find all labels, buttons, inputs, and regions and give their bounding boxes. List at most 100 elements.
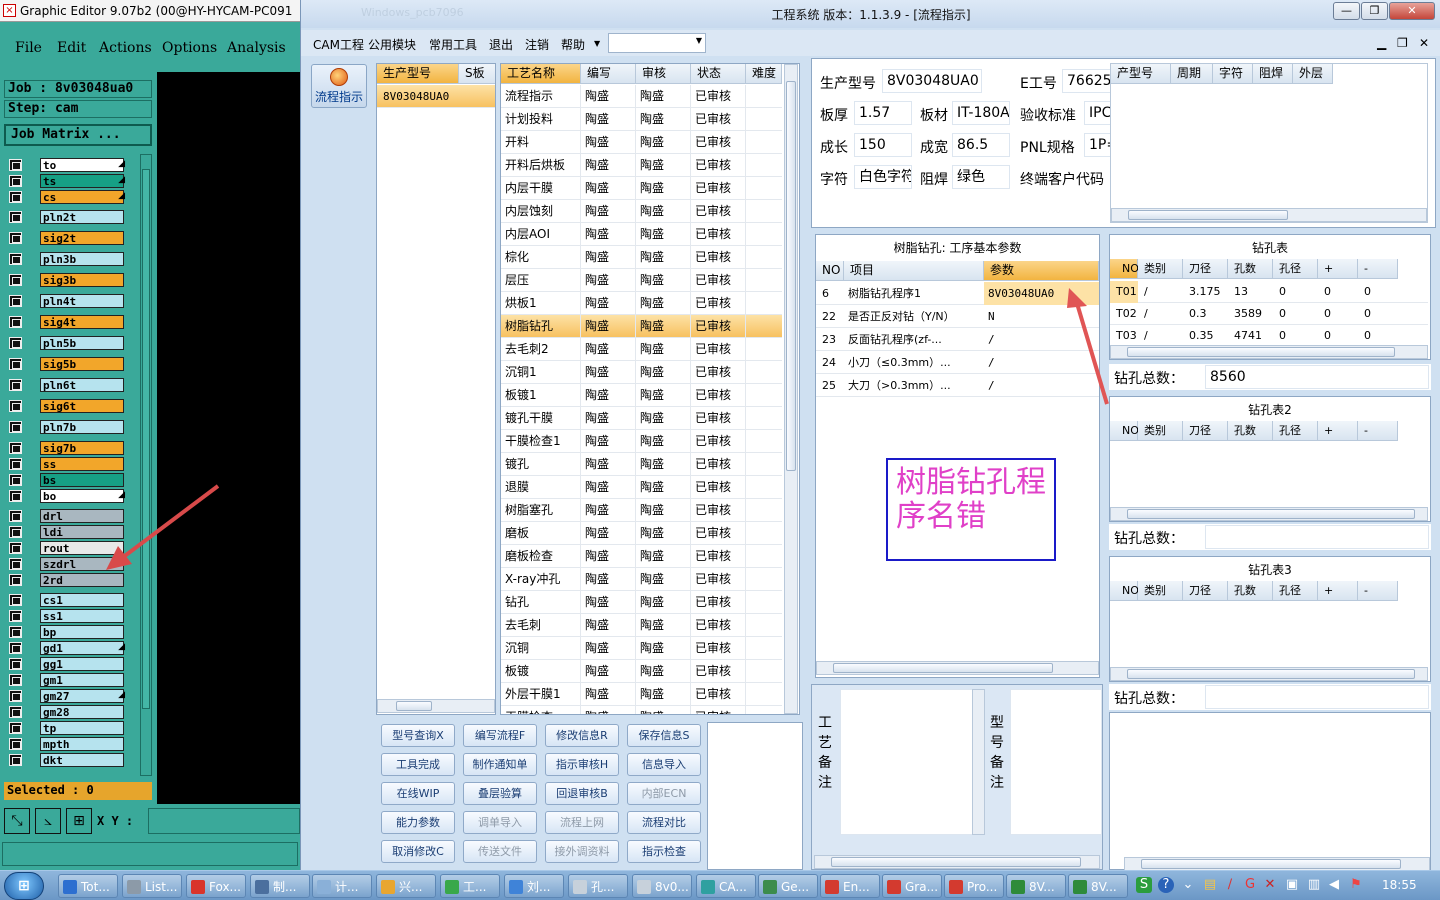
layer-row[interactable]: pln5b [4, 336, 129, 350]
layer-row[interactable]: pln2t [4, 210, 129, 224]
layer-row[interactable]: ss1 [4, 609, 129, 623]
layer-row[interactable]: pln6t [4, 378, 129, 392]
layer-checkbox[interactable] [9, 594, 22, 606]
layer-checkbox[interactable] [9, 610, 22, 622]
layer-checkbox[interactable] [9, 642, 22, 654]
process-row[interactable]: 沉铜1 陶盛 陶盛 已审核 [501, 361, 782, 384]
chevron-down-icon[interactable]: ▼ [594, 39, 600, 48]
drill2-col-header[interactable]: 类别 [1138, 421, 1183, 441]
drill1-col-header[interactable]: 类别 [1138, 259, 1183, 279]
process-row[interactable]: 去毛刺 陶盛 陶盛 已审核 [501, 614, 782, 637]
action-button[interactable]: 取消修改C [381, 840, 455, 863]
network-icon[interactable]: ▥ [1306, 877, 1322, 893]
side-mask-header[interactable]: 阻焊 [1253, 64, 1293, 84]
layer-checkbox[interactable] [9, 295, 22, 307]
action-button[interactable]: 工具完成 [381, 753, 455, 776]
layer-row[interactable]: pln7b [4, 420, 129, 434]
process-row[interactable]: 退膜 陶盛 陶盛 已审核 [501, 476, 782, 499]
layer-row[interactable]: pln4t [4, 294, 129, 308]
maximize-icon[interactable]: ❐ [1361, 2, 1388, 20]
layer-row[interactable]: cs1 [4, 593, 129, 607]
side-char-header[interactable]: 字符 [1213, 64, 1253, 84]
action-button[interactable]: 型号查询X [381, 724, 455, 747]
drill3-col-header[interactable]: 孔径 [1273, 581, 1318, 601]
action-button[interactable]: 指示检查 [627, 840, 701, 863]
process-row[interactable]: 开料后烘板 陶盛 陶盛 已审核 [501, 154, 782, 177]
drill3-col-header[interactable]: - [1358, 581, 1398, 601]
drill1-col-header[interactable]: NO [1110, 259, 1139, 279]
layer-row[interactable]: sig3b [4, 273, 129, 287]
param-row[interactable]: 6 树脂钻孔程序1 8V03048UA0 [816, 282, 1099, 305]
ge-menu-edit[interactable]: Edit [57, 40, 86, 56]
param-row[interactable]: 25 大刀（>0.3mm）... / [816, 374, 1099, 397]
process-row[interactable]: 镀孔干膜 陶盛 陶盛 已审核 [501, 407, 782, 430]
taskbar-item[interactable]: 制... [250, 874, 310, 898]
layer-row[interactable]: mpth [4, 737, 129, 751]
drill-row[interactable]: T03 / 0.35 4741 0 0 0 [1110, 325, 1428, 347]
info-value[interactable]: 绿色 [952, 165, 1010, 189]
layer-checkbox[interactable] [9, 474, 22, 486]
process-row[interactable]: 内层干膜 陶盛 陶盛 已审核 [501, 177, 782, 200]
param-row[interactable]: 24 小刀（≤0.3mm）... / [816, 351, 1099, 374]
menu-combo[interactable]: ▼ [608, 33, 706, 53]
taskbar-item[interactable]: 计... [312, 874, 372, 898]
drill1-hscroll[interactable] [1110, 345, 1428, 359]
param-row[interactable]: 23 反面钻孔程序(zf-... / [816, 328, 1099, 351]
tool-icon[interactable]: ✕ [1262, 877, 1278, 893]
layer-checkbox[interactable] [9, 232, 22, 244]
taskbar-item[interactable]: Tot... [58, 874, 118, 898]
menu-help[interactable]: 帮助 [561, 36, 585, 53]
action-button[interactable]: 信息导入 [627, 753, 701, 776]
action-button[interactable]: 内部ECN [627, 782, 701, 805]
drill1-col-header[interactable]: - [1358, 259, 1398, 279]
action-button[interactable]: 能力参数 [381, 811, 455, 834]
layer-row[interactable]: tp [4, 721, 129, 735]
ge-menu-file[interactable]: File [15, 40, 42, 56]
layer-row[interactable]: dkt [4, 753, 129, 767]
layer-row[interactable]: gg1 [4, 657, 129, 671]
coordinate-field[interactable] [148, 808, 300, 834]
menu-logout[interactable]: 注销 [525, 36, 549, 53]
layer-checkbox[interactable] [9, 542, 22, 554]
notes-hscroll[interactable] [814, 855, 1100, 869]
taskbar-item[interactable]: 8V... [1068, 874, 1128, 898]
side-outer-header[interactable]: 外层 [1293, 64, 1333, 84]
info-value[interactable]: IT-180A [952, 101, 1010, 125]
layer-row[interactable]: gd1 ◢ [4, 641, 129, 655]
layer-row[interactable]: pln3b [4, 252, 129, 266]
ge-menu-options[interactable]: Options [162, 40, 217, 56]
action-button[interactable]: 叠层验算 [463, 782, 537, 805]
menu-public[interactable]: 公用模块 [368, 36, 416, 53]
menu-exit[interactable]: 退出 [489, 36, 513, 53]
reviewer-header[interactable]: 审核 [636, 64, 691, 84]
process-row[interactable]: 镀孔 陶盛 陶盛 已审核 [501, 453, 782, 476]
layer-row[interactable]: cs ◢ [4, 190, 129, 204]
layer-checkbox[interactable] [9, 316, 22, 328]
layer-checkbox[interactable] [9, 379, 22, 391]
info-value[interactable]: 白色字符 [854, 165, 912, 189]
drill1-col-header[interactable]: 孔数 [1228, 259, 1273, 279]
menu-tools[interactable]: 常用工具 [429, 36, 477, 53]
drill3-col-header[interactable]: NO [1110, 581, 1139, 601]
layer-row[interactable]: sig6t [4, 399, 129, 413]
layer-row[interactable]: to ◢ [4, 158, 129, 172]
taskbar-item[interactable]: CA... [696, 874, 756, 898]
taskbar-item[interactable]: 兴... [376, 874, 436, 898]
action-button[interactable]: 修改信息R [545, 724, 619, 747]
process-row[interactable]: 磨板检查 陶盛 陶盛 已审核 [501, 545, 782, 568]
ge-menu-analysis[interactable]: Analysis [227, 40, 286, 56]
chevron-down-icon[interactable]: ⌄ [1180, 877, 1196, 893]
layer-checkbox[interactable] [9, 400, 22, 412]
process-row[interactable]: 流程指示 陶盛 陶盛 已审核 [501, 85, 782, 108]
model-row[interactable]: 8V03048UA0 [377, 85, 495, 108]
measure-icon[interactable]: ⦣ [35, 808, 61, 834]
taskbar-item[interactable]: Ge... [758, 874, 818, 898]
process-row[interactable]: 层压 陶盛 陶盛 已审核 [501, 269, 782, 292]
drill2-col-header[interactable]: 刀径 [1183, 421, 1228, 441]
process-row[interactable]: 去毛刺2 陶盛 陶盛 已审核 [501, 338, 782, 361]
taskbar-item[interactable]: 刘... [504, 874, 564, 898]
drill2-hscroll[interactable] [1110, 507, 1428, 521]
taskbar-item[interactable]: Fox... [186, 874, 246, 898]
layer-row[interactable]: sig7b [4, 441, 129, 455]
volume-icon[interactable]: ◀ [1326, 877, 1342, 893]
